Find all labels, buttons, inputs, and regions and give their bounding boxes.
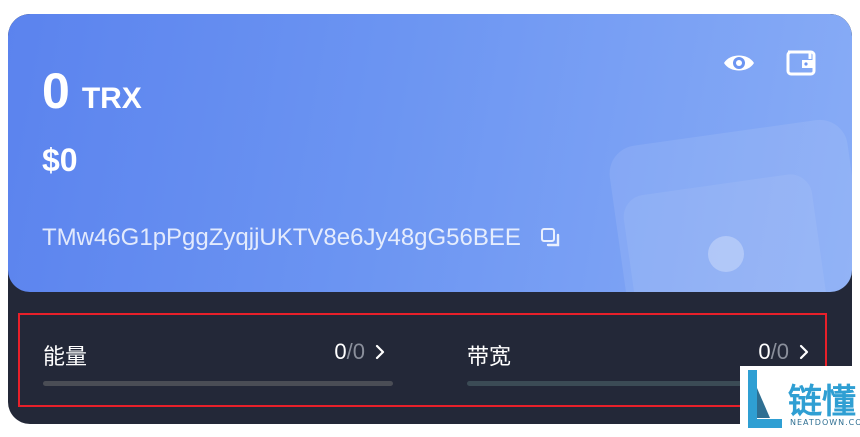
chevron-right-icon: [799, 344, 809, 360]
balance-card: 0 TRX $0 TMw46G1pPggZyqjjUKTV8e6Jy48gG56…: [8, 14, 852, 292]
wallet-address: TMw46G1pPggZyqjjUKTV8e6Jy48gG56BEE: [42, 224, 521, 251]
bandwidth-total: 0: [776, 339, 789, 364]
energy-used: 0: [334, 339, 347, 364]
chevron-right-icon: [375, 344, 385, 360]
wallet-icon[interactable]: [784, 46, 818, 80]
bandwidth-used: 0: [758, 339, 771, 364]
energy-resource[interactable]: 能量 0 / 0: [43, 315, 393, 405]
wallet-address-row: TMw46G1pPggZyqjjUKTV8e6Jy48gG56BEE: [42, 224, 563, 252]
decorative-knob: [708, 236, 744, 272]
watermark-text: 链懂: [788, 382, 856, 422]
bandwidth-label: 带宽: [467, 345, 512, 370]
resource-panel: 能量 0 / 0 带宽 0 / 0: [18, 313, 827, 407]
energy-progress-bar: [43, 381, 393, 386]
energy-label: 能量: [43, 345, 88, 370]
watermark-subtext: NEATDOWN.COM: [790, 418, 860, 427]
fiat-balance: $0: [42, 142, 78, 178]
bandwidth-count: 0 / 0: [758, 339, 811, 365]
watermark: 链懂 NEATDOWN.COM: [740, 366, 860, 437]
copy-icon[interactable]: [539, 226, 563, 250]
energy-count: 0 / 0: [334, 339, 387, 365]
energy-total: 0: [352, 339, 365, 364]
watermark-logo: [748, 370, 782, 428]
eye-icon[interactable]: [722, 46, 756, 80]
balance-amount: 0 TRX: [42, 62, 142, 120]
balance-value: 0: [42, 63, 70, 119]
balance-unit: TRX: [81, 82, 142, 115]
card-actions: [722, 46, 818, 80]
